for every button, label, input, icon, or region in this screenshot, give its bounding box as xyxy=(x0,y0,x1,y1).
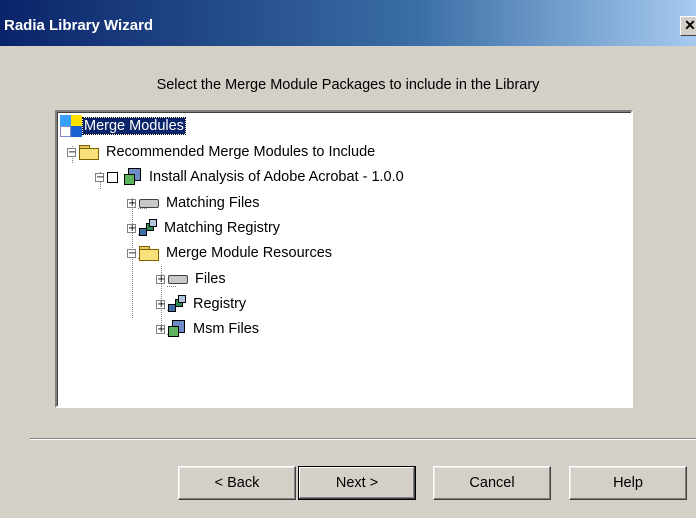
expand-icon[interactable]: + xyxy=(156,274,165,284)
folder-icon xyxy=(139,246,159,261)
collapse-icon[interactable]: − xyxy=(67,147,76,157)
tree-node-recommended[interactable]: − Recommended Merge Modules to Include xyxy=(67,142,376,162)
expand-icon[interactable]: + xyxy=(156,299,165,309)
cancel-button[interactable]: Cancel xyxy=(433,466,551,500)
instruction-text: Select the Merge Module Packages to incl… xyxy=(156,77,540,93)
expand-icon[interactable]: + xyxy=(127,198,136,208)
tree-node-root[interactable]: Merge Modules xyxy=(60,115,186,137)
tree-node-label: Recommended Merge Modules to Include xyxy=(106,144,376,160)
tree-node-registry[interactable]: + Registry xyxy=(156,294,247,314)
package-icon xyxy=(124,168,142,186)
close-button[interactable]: ✕ xyxy=(680,16,696,36)
tree-node-label: Merge Module Resources xyxy=(166,245,333,261)
registry-icon xyxy=(139,219,157,237)
window-title: Radia Library Wizard xyxy=(4,17,154,34)
package-checkbox[interactable] xyxy=(107,171,118,183)
tree-node-label: Matching Files xyxy=(166,195,260,211)
drive-icon xyxy=(168,274,188,284)
drive-icon xyxy=(139,198,159,208)
tree-node-files[interactable]: + Files xyxy=(156,269,227,289)
msm-package-icon xyxy=(168,320,186,338)
merge-modules-icon xyxy=(60,115,82,137)
merge-module-tree[interactable]: Merge Modules − Recommended Merge Module… xyxy=(55,110,633,408)
registry-icon xyxy=(168,295,186,313)
expand-icon[interactable]: + xyxy=(156,324,165,334)
back-button[interactable]: < Back xyxy=(178,466,296,500)
tree-node-label: Files xyxy=(195,271,226,287)
tree-node-label: Msm Files xyxy=(193,321,260,337)
tree-node-package[interactable]: − Install Analysis of Adobe Acrobat - 1.… xyxy=(95,167,405,187)
tree-node-resources[interactable]: − Merge Module Resources xyxy=(127,243,333,263)
collapse-icon[interactable]: − xyxy=(95,172,104,182)
tree-node-label: Merge Modules xyxy=(82,117,186,135)
next-button[interactable]: Next > xyxy=(298,466,416,500)
tree-node-msm-files[interactable]: + Msm Files xyxy=(156,319,260,339)
tree-node-matching-registry[interactable]: + Matching Registry xyxy=(127,218,281,238)
help-button[interactable]: Help xyxy=(569,466,687,500)
separator xyxy=(30,438,696,440)
tree-node-label: Matching Registry xyxy=(164,220,281,236)
folder-icon xyxy=(79,145,99,160)
tree-node-label: Registry xyxy=(193,296,247,312)
tree-node-matching-files[interactable]: + Matching Files xyxy=(127,193,260,213)
title-bar: Radia Library Wizard xyxy=(0,0,696,46)
collapse-icon[interactable]: − xyxy=(127,248,136,258)
close-icon: ✕ xyxy=(684,17,696,33)
tree-node-label: Install Analysis of Adobe Acrobat - 1.0.… xyxy=(149,169,404,185)
expand-icon[interactable]: + xyxy=(127,223,136,233)
